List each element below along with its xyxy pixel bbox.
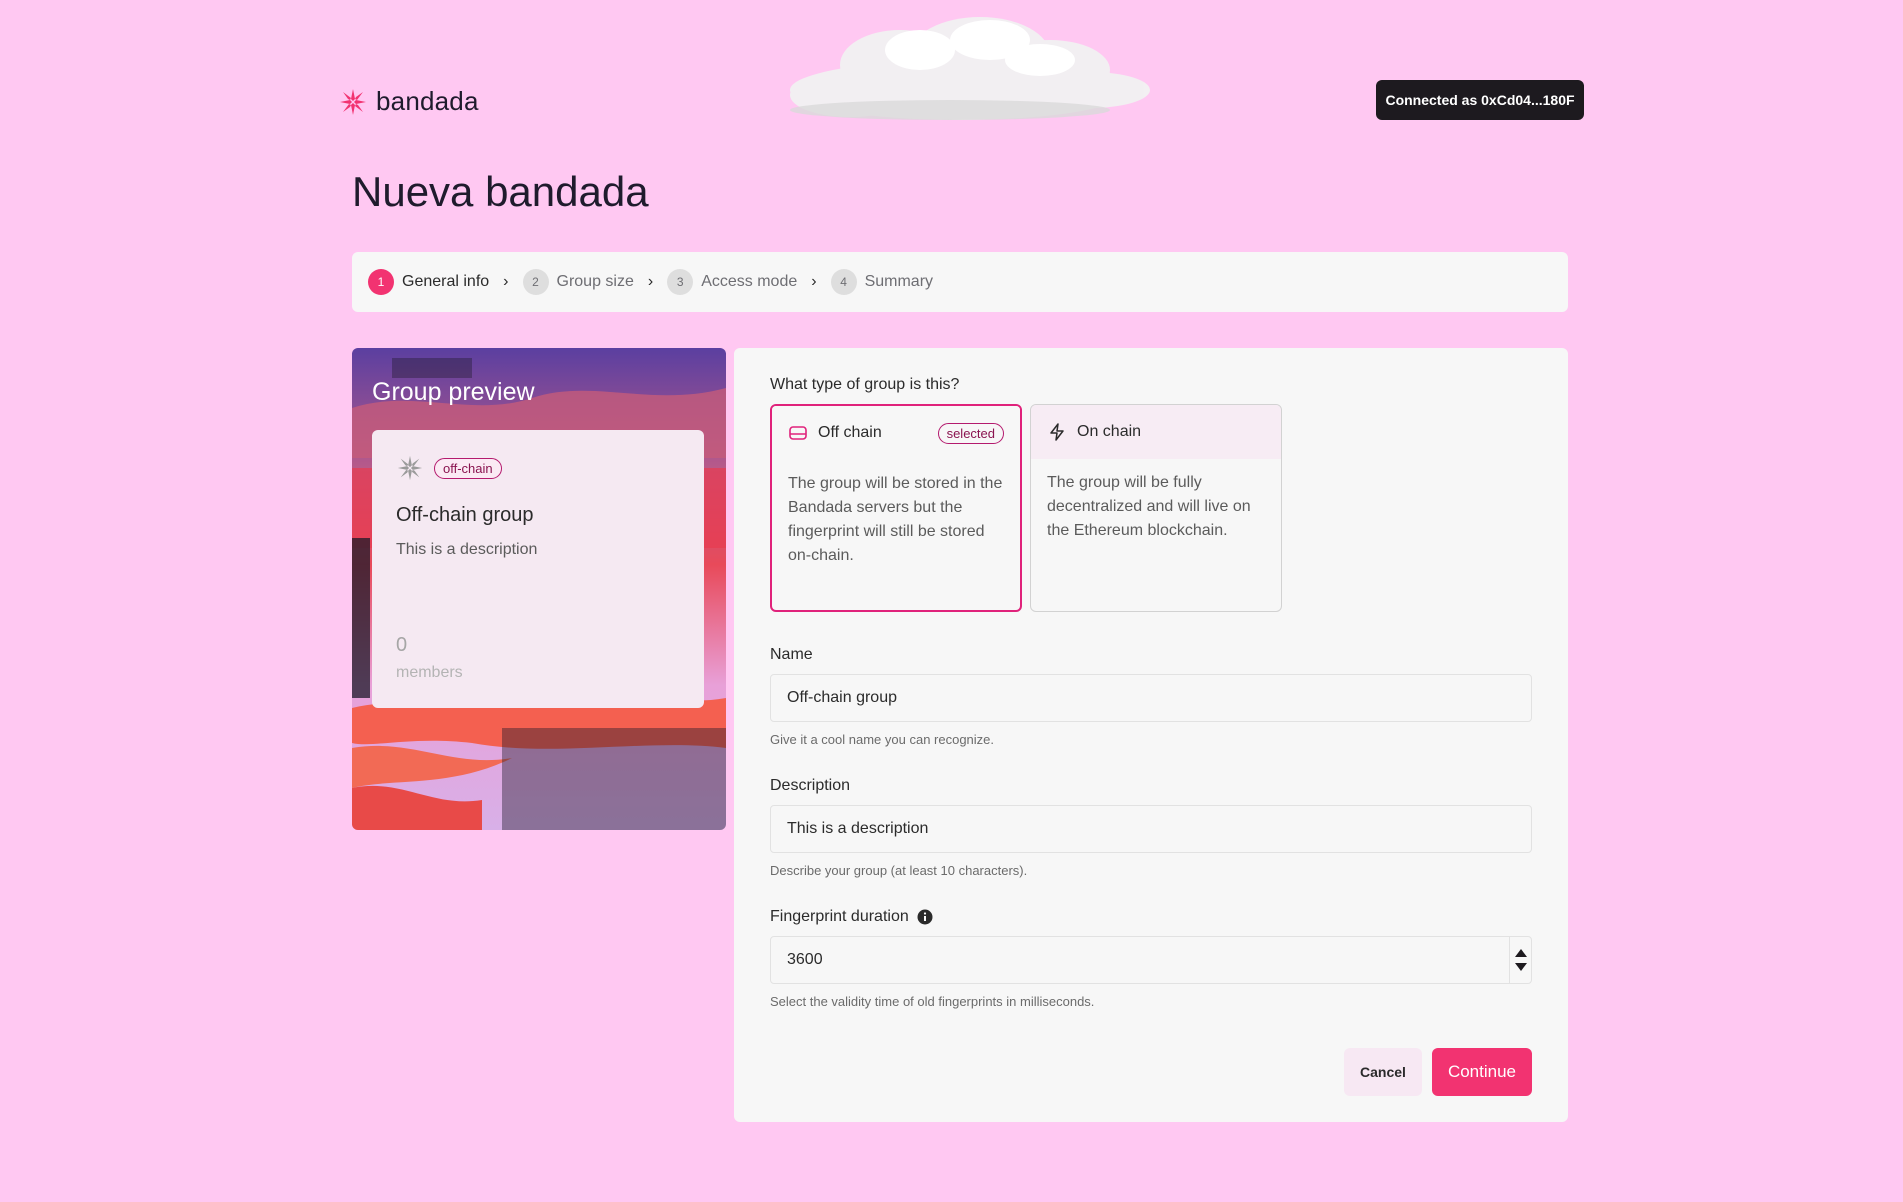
name-input-value: Off-chain group xyxy=(787,689,897,706)
step-group-size: 2 Group size xyxy=(522,269,634,295)
fingerprint-label: Fingerprint duration xyxy=(770,908,909,925)
chevron-right-icon: › xyxy=(503,273,509,290)
decrement-arrow-icon[interactable] xyxy=(1514,963,1527,971)
description-label: Description xyxy=(770,777,851,794)
info-icon[interactable] xyxy=(917,909,933,925)
cloud-decoration xyxy=(790,17,1150,120)
step-general-info: 1 General info xyxy=(368,269,489,295)
number-stepper[interactable] xyxy=(1509,937,1531,983)
fingerprint-input-value: 3600 xyxy=(787,951,823,968)
member-count: 0 xyxy=(396,634,408,656)
step-navigation: 1 General info › 2 Group size › 3 Access… xyxy=(352,252,1568,312)
group-preview-card: off-chain Off-chain group This is a desc… xyxy=(372,430,704,708)
step-summary: 4 Summary xyxy=(830,269,934,295)
bandada-logo-icon xyxy=(340,88,366,115)
bandada-logo[interactable]: bandada xyxy=(338,86,479,117)
connected-wallet-button[interactable]: Connected as 0xCd04...180F xyxy=(1376,80,1584,120)
type-option-on-chain[interactable]: On chain The group will be fully decentr… xyxy=(1030,404,1282,612)
form-actions: Cancel Continue xyxy=(1344,1048,1532,1096)
group-form: What type of group is this? Off chain se… xyxy=(734,348,1568,1122)
members-label: members xyxy=(396,664,463,681)
step-access-mode: 3 Access mode xyxy=(667,269,797,295)
type-option-description: The group will be stored in the Bandada … xyxy=(788,475,1003,564)
cancel-button[interactable]: Cancel xyxy=(1344,1048,1422,1096)
step-number: 3 xyxy=(667,269,694,295)
name-field-group: Name Off-chain group Give it a cool name… xyxy=(770,646,1532,747)
step-label: General info xyxy=(402,273,490,290)
database-icon xyxy=(789,426,807,440)
type-option-off-chain[interactable]: Off chain selected The group will be sto… xyxy=(770,404,1022,612)
description-input[interactable]: This is a description xyxy=(770,805,1532,853)
type-option-label: On chain xyxy=(1077,423,1142,440)
fingerprint-field-group: Fingerprint duration 3600 Select the val… xyxy=(770,908,1532,1009)
type-option-description: The group will be fully decentralized an… xyxy=(1047,474,1251,539)
step-label: Summary xyxy=(864,273,934,290)
selected-badge: selected xyxy=(937,422,1004,444)
page-title: Nueva bandada xyxy=(352,168,649,215)
step-number: 2 xyxy=(522,269,549,295)
step-label: Group size xyxy=(556,273,634,290)
lightning-icon xyxy=(1050,423,1064,441)
chevron-right-icon: › xyxy=(811,273,817,290)
group-type-badge: off-chain xyxy=(434,457,502,479)
step-label: Access mode xyxy=(701,273,798,290)
name-label: Name xyxy=(770,646,813,663)
fingerprint-duration-input[interactable]: 3600 xyxy=(770,936,1532,984)
name-help-text: Give it a cool name you can recognize. xyxy=(770,732,995,747)
description-input-value: This is a description xyxy=(787,820,929,837)
increment-arrow-icon[interactable] xyxy=(1514,949,1527,957)
description-field-group: Description This is a description Descri… xyxy=(770,777,1532,878)
group-preview-panel: Group preview off-chain Off-chain group … xyxy=(352,348,726,830)
fingerprint-help-text: Select the validity time of old fingerpr… xyxy=(770,994,1095,1009)
step-number: 4 xyxy=(830,269,857,295)
preview-title: Group preview xyxy=(372,378,535,406)
type-option-label: Off chain xyxy=(818,424,882,441)
group-type-question: What type of group is this? xyxy=(770,376,960,393)
step-number: 1 xyxy=(368,269,394,295)
description-help-text: Describe your group (at least 10 charact… xyxy=(770,863,1028,878)
group-name-preview: Off-chain group xyxy=(396,504,534,526)
name-input[interactable]: Off-chain group xyxy=(770,674,1532,722)
chevron-right-icon: › xyxy=(647,273,654,290)
logo-text: bandada xyxy=(376,86,479,116)
group-description-preview: This is a description xyxy=(396,541,538,558)
continue-button[interactable]: Continue xyxy=(1431,1048,1532,1096)
group-avatar-icon xyxy=(397,455,423,481)
